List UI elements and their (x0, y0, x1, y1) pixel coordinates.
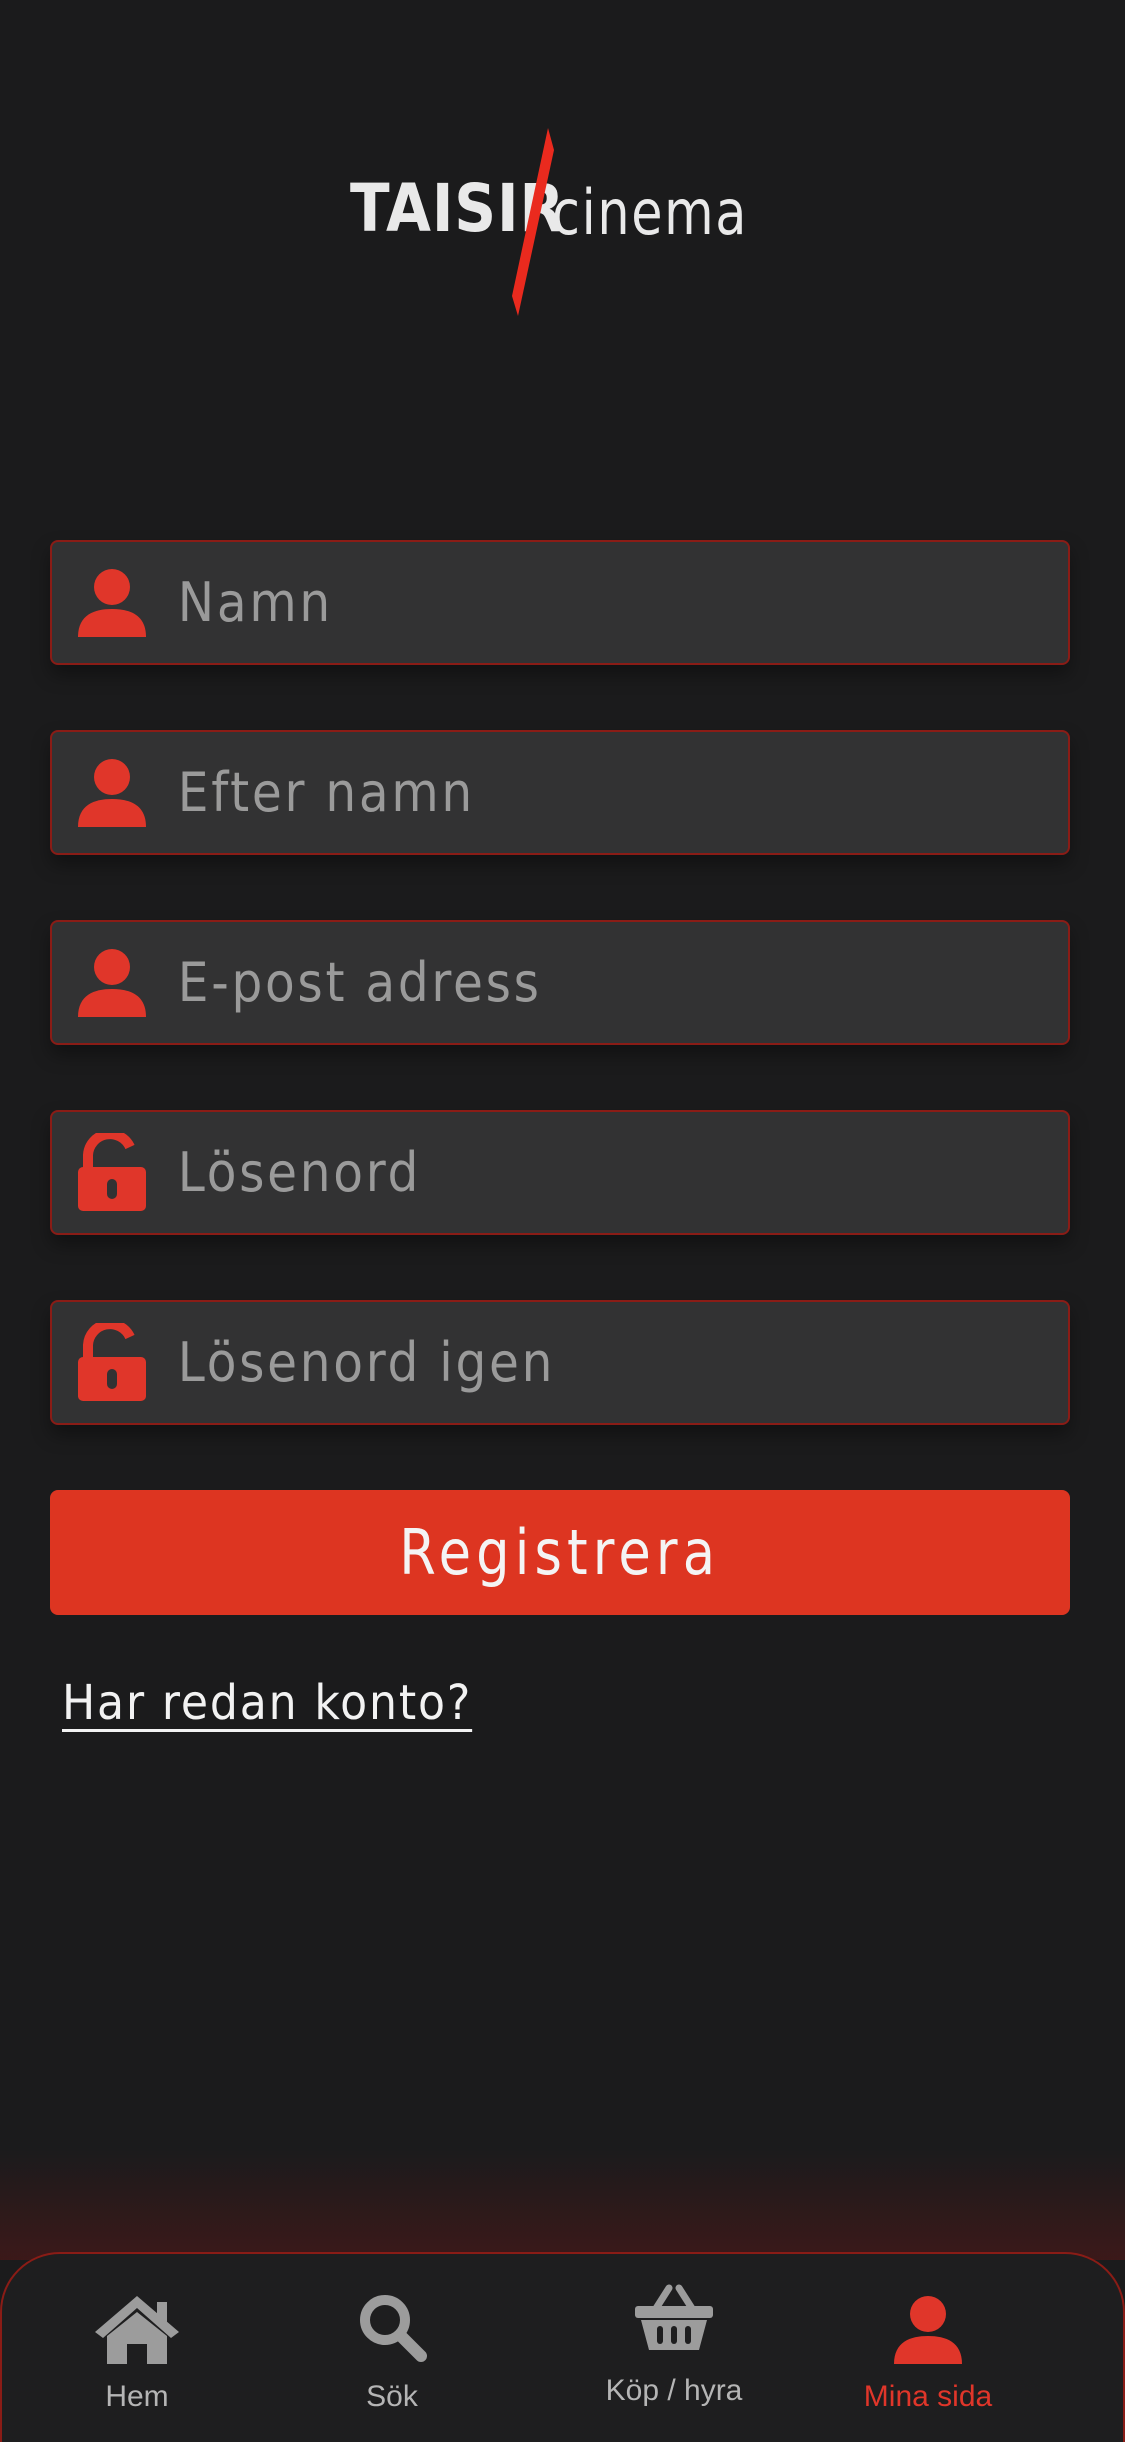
brand-logo: TAISIR cinema (340, 120, 760, 320)
unlock-icon (72, 1132, 152, 1213)
password-field[interactable] (50, 1110, 1070, 1235)
last-name-input[interactable] (176, 760, 954, 825)
user-icon (72, 753, 152, 833)
nav-label-my-page: Mina sida (863, 2380, 993, 2413)
first-name-input[interactable] (176, 570, 954, 635)
nav-item-buy-rent[interactable]: Köp / hyra (574, 2254, 774, 2438)
bottom-nav: Hem Sök Köp / hyra Mina sida (0, 2252, 1125, 2442)
nav-label-home: Hem (105, 2380, 169, 2413)
nav-glow (0, 2150, 1125, 2260)
confirm-password-input[interactable] (176, 1330, 954, 1395)
nav-label-buy-rent: Köp / hyra (605, 2374, 743, 2407)
nav-label-search: Sök (366, 2380, 418, 2413)
user-icon (72, 943, 152, 1023)
last-name-field[interactable] (50, 730, 1070, 855)
logo-slash-mark (512, 128, 554, 316)
user-icon (890, 2292, 966, 2372)
brand-name-right: cinema (552, 176, 749, 249)
email-field[interactable] (50, 920, 1070, 1045)
nav-item-my-page[interactable]: Mina sida (828, 2254, 1028, 2438)
register-button[interactable]: Registrera (50, 1490, 1070, 1615)
email-input[interactable] (176, 950, 954, 1015)
first-name-field[interactable] (50, 540, 1070, 665)
already-have-account-link[interactable]: Har redan konto? (62, 1675, 472, 1731)
nav-item-search[interactable]: Sök (292, 2254, 492, 2438)
user-icon (72, 563, 152, 643)
confirm-password-field[interactable] (50, 1300, 1070, 1425)
nav-item-home[interactable]: Hem (37, 2254, 237, 2438)
register-button-label: Registrera (399, 1516, 721, 1589)
home-icon (91, 2292, 183, 2370)
search-icon (357, 2292, 427, 2366)
password-input[interactable] (176, 1140, 954, 1205)
basket-icon (633, 2282, 715, 2356)
unlock-icon (72, 1322, 152, 1403)
